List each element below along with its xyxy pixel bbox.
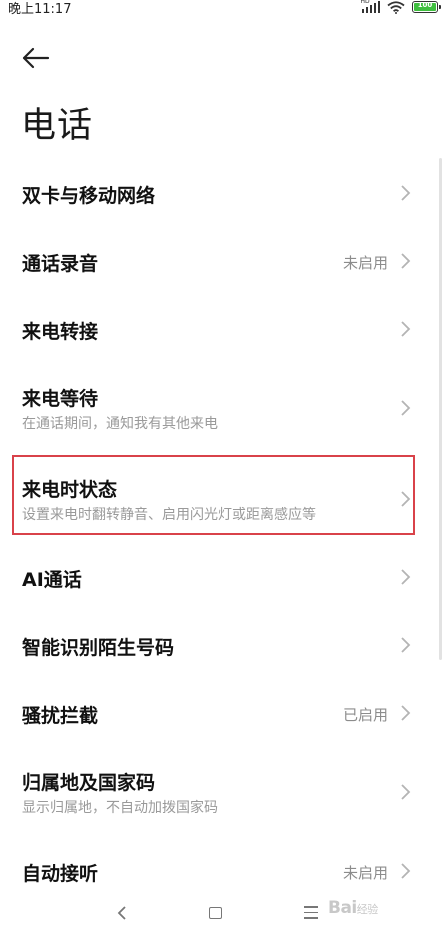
settings-item-title: 归属地及国家码: [22, 772, 156, 794]
network-tag: HD: [360, 0, 370, 5]
page-title: 电话: [21, 106, 94, 146]
settings-item-title: 通话录音: [22, 253, 99, 275]
arrow-left-icon: [22, 47, 50, 69]
settings-item-subtitle: 在通话期间，通知我有其他来电: [22, 416, 218, 432]
settings-item-title: 自动接听: [22, 863, 99, 885]
battery-icon: 100: [412, 1, 441, 13]
signal-icon: HD: [360, 0, 380, 13]
settings-item-subtitle: 显示归属地，不自动加拨国家码: [22, 800, 218, 816]
chevron-right-icon: [401, 321, 411, 337]
chevron-right-icon: [401, 784, 411, 800]
settings-item-title: 智能识别陌生号码: [22, 637, 175, 659]
chevron-right-icon: [401, 253, 411, 269]
chevron-right-icon: [401, 569, 411, 585]
settings-item-title: 来电等待: [22, 388, 99, 410]
settings-item-harassment-block[interactable]: 骚扰拦截 已启用: [0, 687, 446, 743]
settings-item-value: 未启用: [342, 864, 388, 882]
nav-back-icon[interactable]: [114, 904, 130, 922]
settings-item-ai-call[interactable]: AI通话: [0, 551, 446, 607]
watermark: Bai经验: [328, 898, 378, 918]
nav-home-icon[interactable]: [209, 907, 222, 919]
settings-item-unknown-number-id[interactable]: 智能识别陌生号码: [0, 619, 446, 675]
chevron-right-icon: [401, 400, 411, 416]
settings-item-title: AI通话: [22, 569, 82, 591]
highlight-box: [12, 455, 415, 535]
chevron-right-icon: [401, 185, 411, 201]
settings-item-title: 来电转接: [22, 321, 99, 343]
settings-item-location-country-code[interactable]: 归属地及国家码 显示归属地，不自动加拨国家码: [0, 756, 446, 828]
status-bar: 晚上11:17 HD 100: [0, 0, 446, 18]
chevron-right-icon: [401, 863, 411, 879]
settings-item-auto-answer[interactable]: 自动接听 未启用: [0, 845, 446, 885]
back-button[interactable]: [18, 42, 54, 74]
status-icons: HD 100: [360, 0, 441, 14]
watermark-sub: 经验: [356, 903, 379, 916]
settings-item-title: 双卡与移动网络: [22, 185, 156, 207]
settings-item-value: 已启用: [342, 706, 388, 724]
settings-item-call-forwarding[interactable]: 来电转接: [0, 301, 446, 357]
settings-item-call-recording[interactable]: 通话录音 未启用: [0, 233, 446, 289]
settings-item-title: 骚扰拦截: [22, 705, 99, 727]
scrollbar[interactable]: [439, 158, 442, 660]
wifi-icon: [387, 0, 405, 14]
settings-item-value: 未启用: [342, 254, 388, 272]
phone-settings-screen: 晚上11:17 HD 100 电话 双卡与移动网络 通话录音 未启用 来电转接 …: [0, 0, 446, 942]
chevron-right-icon: [401, 637, 411, 653]
settings-item-dual-sim[interactable]: 双卡与移动网络: [0, 165, 446, 221]
settings-item-call-waiting[interactable]: 来电等待 在通话期间，通知我有其他来电: [0, 372, 446, 444]
battery-level: 100: [417, 1, 433, 9]
status-time: 晚上11:17: [8, 2, 72, 17]
navigation-bar: Bai经验: [0, 884, 446, 942]
chevron-right-icon: [401, 705, 411, 721]
nav-menu-icon[interactable]: [304, 906, 318, 919]
